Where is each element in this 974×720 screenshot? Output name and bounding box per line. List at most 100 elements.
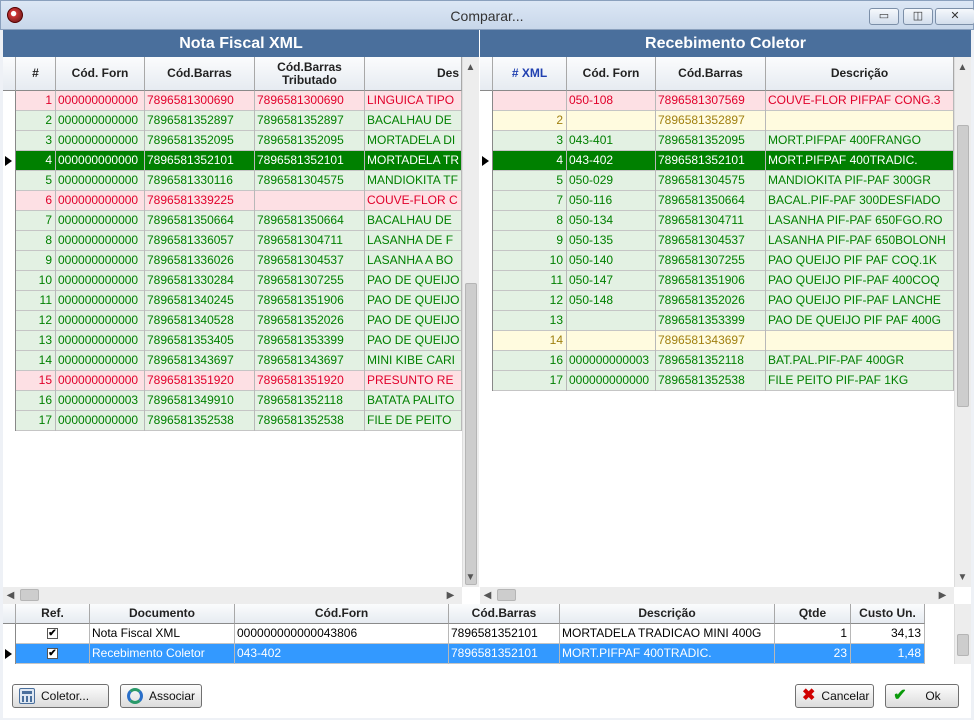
cell-num[interactable]: 9 bbox=[16, 251, 56, 271]
col-header-descricao[interactable]: Des bbox=[365, 57, 462, 91]
col-header-qtde[interactable]: Qtde bbox=[775, 604, 851, 624]
cell-ref[interactable]: ✔ bbox=[16, 624, 90, 644]
col-header-num[interactable]: # bbox=[16, 57, 56, 91]
cell-cod-forn[interactable]: 000000000000 bbox=[56, 211, 145, 231]
cell-cod-forn[interactable]: 000000000000 bbox=[56, 371, 145, 391]
left-vertical-scrollbar[interactable]: ▲ ▼ bbox=[462, 57, 479, 587]
cell-num-xml[interactable]: 9 bbox=[493, 231, 567, 251]
cell-cod-forn[interactable]: 000000000000043806 bbox=[235, 624, 449, 644]
cell-descricao[interactable]: MORT.PIFPAF 400TRADIC. bbox=[766, 151, 954, 171]
coletor-button[interactable]: Coletor... bbox=[12, 684, 109, 708]
cell-cod-barras[interactable]: 7896581340528 bbox=[145, 311, 255, 331]
table-row[interactable]: 9 050-135 7896581304537 LASANHA PIF-PAF 650… bbox=[493, 231, 954, 251]
cell-descricao[interactable]: BATATA PALITO bbox=[365, 391, 462, 411]
cell-documento[interactable]: Recebimento Coletor bbox=[90, 644, 235, 664]
cell-cod-barras[interactable]: 7896581352101 bbox=[449, 644, 560, 664]
cell-cod-barras-tributado[interactable]: 7896581304537 bbox=[255, 251, 365, 271]
cell-descricao[interactable]: PAO QUEIJO PIF PAF COQ.1K bbox=[766, 251, 954, 271]
cell-descricao[interactable]: LASANHA A BO bbox=[365, 251, 462, 271]
cell-num[interactable]: 15 bbox=[16, 371, 56, 391]
table-row[interactable]: ✔ Nota Fiscal XML 000000000000043806 789658… bbox=[16, 624, 925, 644]
cell-cod-barras-tributado[interactable]: 7896581353399 bbox=[255, 331, 365, 351]
table-row[interactable]: 12 050-148 7896581352026 PAO QUEIJO PIF-PAF… bbox=[493, 291, 954, 311]
cell-cod-barras[interactable]: 7896581300690 bbox=[145, 91, 255, 111]
cell-cod-barras[interactable]: 7896581343697 bbox=[656, 331, 766, 351]
cell-cod-forn[interactable]: 000000000000 bbox=[56, 151, 145, 171]
ref-checkbox[interactable]: ✔ bbox=[47, 648, 58, 659]
scroll-left-arrow[interactable]: ◀ bbox=[480, 587, 495, 604]
col-header-cod-barras[interactable]: Cód.Barras bbox=[656, 57, 766, 91]
cell-cod-barras[interactable]: 7896581339225 bbox=[145, 191, 255, 211]
associar-button[interactable]: Associar bbox=[120, 684, 202, 708]
cell-descricao[interactable]: MORTADELA DI bbox=[365, 131, 462, 151]
cell-cod-barras-tributado[interactable]: 7896581304711 bbox=[255, 231, 365, 251]
cell-cod-forn[interactable]: 000000000000 bbox=[56, 351, 145, 371]
cell-descricao[interactable]: PAO DE QUEIJO bbox=[365, 311, 462, 331]
cell-cod-barras[interactable]: 7896581330284 bbox=[145, 271, 255, 291]
cell-descricao[interactable]: PAO QUEIJO PIF-PAF 400COQ bbox=[766, 271, 954, 291]
cell-num[interactable]: 4 bbox=[16, 151, 56, 171]
cell-cod-forn[interactable]: 043-402 bbox=[567, 151, 656, 171]
cell-cod-barras[interactable]: 7896581304537 bbox=[656, 231, 766, 251]
table-row[interactable]: 7 000000000000 7896581350664 7896581350664 B… bbox=[16, 211, 462, 231]
cell-cod-forn[interactable]: 050-148 bbox=[567, 291, 656, 311]
cell-cod-barras-tributado[interactable]: 7896581352897 bbox=[255, 111, 365, 131]
cell-cod-forn[interactable]: 000000000000 bbox=[56, 331, 145, 351]
cell-cod-barras[interactable]: 7896581304711 bbox=[656, 211, 766, 231]
cell-cod-barras-tributado[interactable]: 7896581352026 bbox=[255, 311, 365, 331]
cell-cod-barras[interactable]: 7896581343697 bbox=[145, 351, 255, 371]
scroll-thumb[interactable] bbox=[957, 125, 969, 407]
table-row[interactable]: 17 000000000000 7896581352538 FILE PEITO PI… bbox=[493, 371, 954, 391]
cell-descricao[interactable]: MORT.PIFPAF 400TRADIC. bbox=[560, 644, 775, 664]
cell-cod-barras-tributado[interactable]: 7896581351920 bbox=[255, 371, 365, 391]
cell-descricao[interactable]: MORT.PIFPAF 400FRANGO bbox=[766, 131, 954, 151]
cell-cod-forn[interactable]: 043-401 bbox=[567, 131, 656, 151]
cell-descricao[interactable]: MANDIOKITA TF bbox=[365, 171, 462, 191]
table-row[interactable]: 15 000000000000 7896581351920 7896581351920… bbox=[16, 371, 462, 391]
cell-descricao[interactable]: PRESUNTO RE bbox=[365, 371, 462, 391]
cell-num-xml[interactable]: 13 bbox=[493, 311, 567, 331]
col-header-cod-forn[interactable]: Cód.Forn bbox=[235, 604, 449, 624]
col-header-cod-forn[interactable]: Cód. Forn bbox=[56, 57, 145, 91]
table-row[interactable]: 13 000000000000 7896581353405 7896581353399… bbox=[16, 331, 462, 351]
table-row[interactable]: 16 000000000003 7896581352118 BAT.PAL.PIF-P… bbox=[493, 351, 954, 371]
cell-cod-barras[interactable]: 7896581351920 bbox=[145, 371, 255, 391]
col-header-cod-barras[interactable]: Cód.Barras bbox=[449, 604, 560, 624]
cell-descricao[interactable]: BACAL.PIF-PAF 300DESFIADO bbox=[766, 191, 954, 211]
cell-cod-barras-tributado[interactable]: 7896581304575 bbox=[255, 171, 365, 191]
cell-descricao[interactable]: MINI KIBE CARI bbox=[365, 351, 462, 371]
cell-cod-barras[interactable]: 7896581352095 bbox=[145, 131, 255, 151]
restore-button[interactable]: ◫ bbox=[903, 8, 933, 25]
cell-cod-forn[interactable]: 000000000000 bbox=[56, 91, 145, 111]
table-row[interactable]: 1 000000000000 7896581300690 7896581300690 L… bbox=[16, 91, 462, 111]
cell-cod-barras-tributado[interactable]: 7896581352101 bbox=[255, 151, 365, 171]
cell-num-xml[interactable]: 17 bbox=[493, 371, 567, 391]
cell-cod-barras[interactable]: 7896581336026 bbox=[145, 251, 255, 271]
left-horizontal-scrollbar[interactable]: ◀ ▶ bbox=[3, 587, 462, 604]
cell-descricao[interactable]: COUVE-FLOR C bbox=[365, 191, 462, 211]
cell-num-xml[interactable]: 10 bbox=[493, 251, 567, 271]
cell-cod-barras[interactable]: 7896581350664 bbox=[656, 191, 766, 211]
cell-cod-forn[interactable]: 050-135 bbox=[567, 231, 656, 251]
ref-checkbox[interactable]: ✔ bbox=[47, 628, 58, 639]
cell-cod-forn[interactable]: 000000000000 bbox=[56, 251, 145, 271]
table-row[interactable]: 9 000000000000 7896581336026 7896581304537 L… bbox=[16, 251, 462, 271]
cell-num[interactable]: 16 bbox=[16, 391, 56, 411]
cell-descricao[interactable]: PAO DE QUEIJO PIF PAF 400G bbox=[766, 311, 954, 331]
table-row[interactable]: 8 000000000000 7896581336057 7896581304711 L… bbox=[16, 231, 462, 251]
cell-cod-barras[interactable]: 7896581352026 bbox=[656, 291, 766, 311]
cell-cod-forn[interactable]: 050-140 bbox=[567, 251, 656, 271]
right-horizontal-scrollbar[interactable]: ◀ ▶ bbox=[480, 587, 954, 604]
cell-cod-barras-tributado[interactable]: 7896581307255 bbox=[255, 271, 365, 291]
right-vertical-scrollbar[interactable]: ▲ ▼ bbox=[954, 57, 971, 587]
cell-cod-barras[interactable]: 7896581352101 bbox=[449, 624, 560, 644]
cell-cod-forn[interactable]: 050-108 bbox=[567, 91, 656, 111]
col-header-documento[interactable]: Documento bbox=[90, 604, 235, 624]
table-row[interactable]: 14 000000000000 7896581343697 7896581343697… bbox=[16, 351, 462, 371]
col-header-custo-un[interactable]: Custo Un. bbox=[851, 604, 925, 624]
cell-num[interactable]: 3 bbox=[16, 131, 56, 151]
cell-qtde[interactable]: 23 bbox=[775, 644, 851, 664]
cell-cod-barras[interactable]: 7896581352095 bbox=[656, 131, 766, 151]
cell-descricao[interactable]: LASANHA DE F bbox=[365, 231, 462, 251]
cell-cod-barras[interactable]: 7896581352101 bbox=[656, 151, 766, 171]
